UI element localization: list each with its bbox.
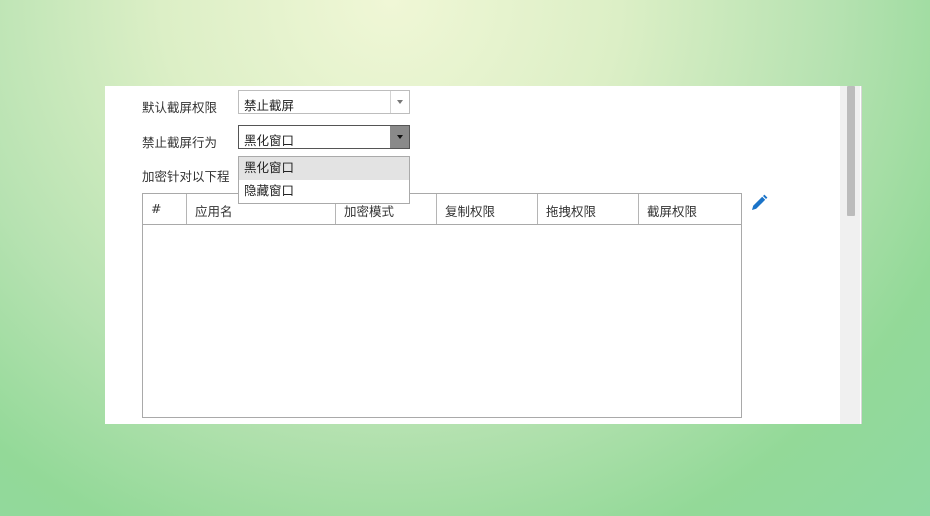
dropdown-option-blacken-window[interactable]: 黑化窗口 [239,157,409,180]
forbid-behavior-value: 黑化窗口 [244,133,295,148]
forbid-behavior-label: 禁止截屏行为 [142,135,218,150]
pencil-icon[interactable] [750,194,768,212]
chevron-down-icon[interactable] [390,126,409,148]
column-header-copy-permission[interactable]: 复制权限 [437,194,538,224]
forbid-behavior-dropdown: 黑化窗口 隐藏窗口 [238,156,410,204]
table-header: # 应用名 加密模式 复制权限 拖拽权限 截屏权限 [143,194,741,225]
chevron-down-icon[interactable] [390,91,409,113]
encrypt-apps-label: 加密针对以下程 [142,169,230,184]
app-table: # 应用名 加密模式 复制权限 拖拽权限 截屏权限 [142,193,742,418]
column-header-drag-permission[interactable]: 拖拽权限 [538,194,639,224]
settings-panel: 默认截屏权限 禁止截屏 禁止截屏行为 黑化窗口 加密针对以下程 # 应用名 加密… [105,86,862,424]
dropdown-option-hide-window[interactable]: 隐藏窗口 [239,180,409,203]
default-screenshot-value: 禁止截屏 [244,98,295,113]
default-screenshot-select[interactable]: 禁止截屏 [238,90,410,114]
forbid-behavior-select[interactable]: 黑化窗口 [238,125,410,149]
vertical-scrollbar[interactable] [840,86,860,424]
column-header-index[interactable]: # [143,194,187,224]
default-screenshot-label: 默认截屏权限 [142,100,218,115]
scrollbar-thumb[interactable] [847,86,855,216]
column-header-screenshot-permission[interactable]: 截屏权限 [639,194,741,224]
